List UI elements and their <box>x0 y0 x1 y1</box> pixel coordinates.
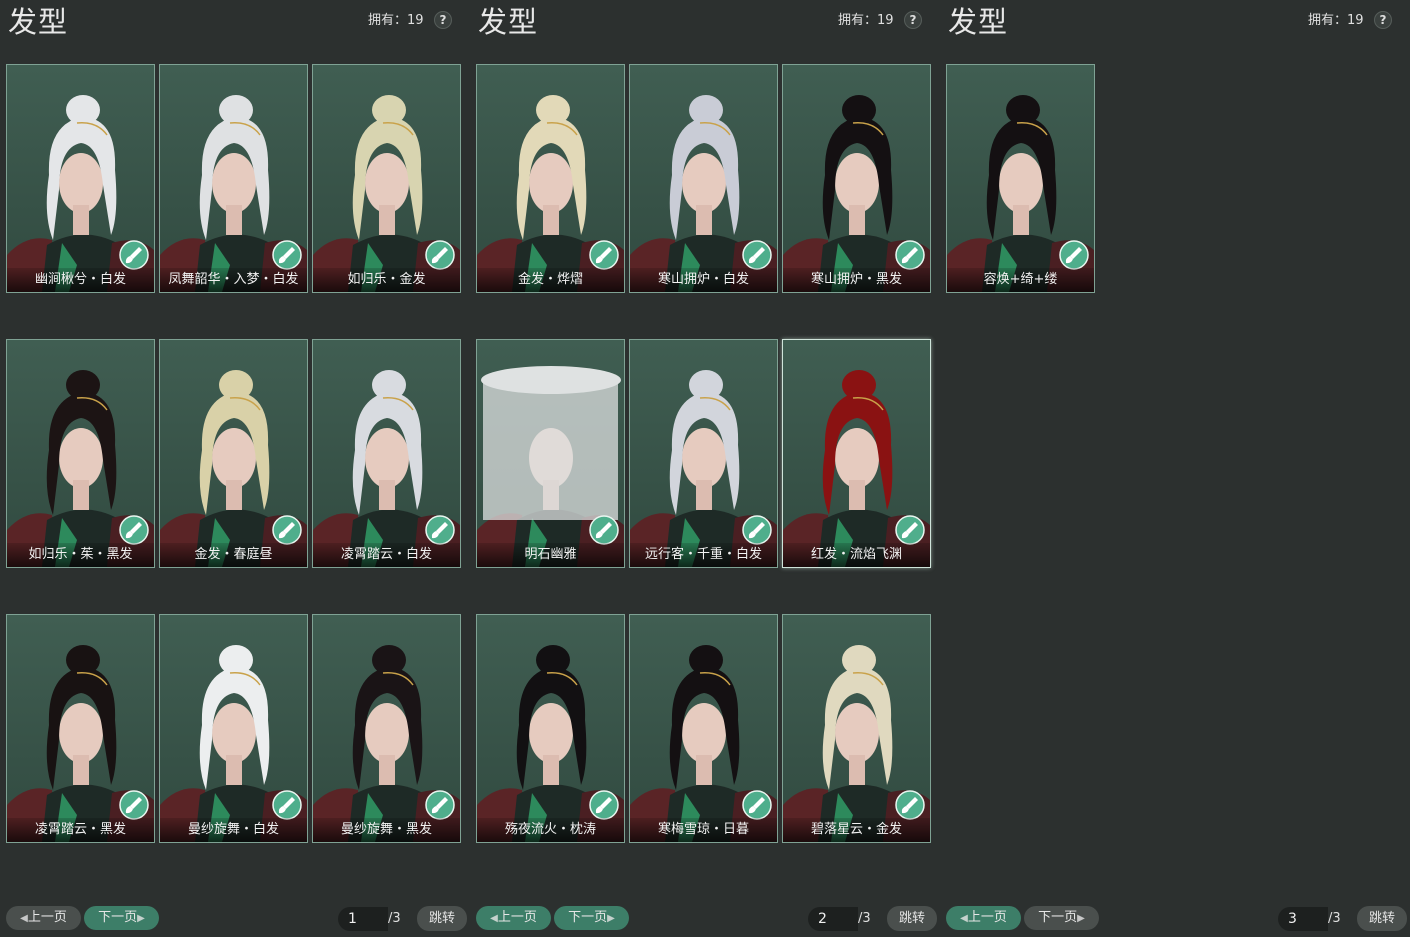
prev-page-label: 上一页 <box>27 910 67 925</box>
page-total: /3 <box>858 911 871 926</box>
hairstyle-card[interactable]: 金发・烨熠 <box>476 64 625 293</box>
hairstyle-name: 明石幽雅 <box>477 543 624 567</box>
hairstyle-name: 寒梅雪琼・日暮 <box>630 818 777 842</box>
chevron-left-icon: ◀ <box>960 913 968 924</box>
hairstyle-card[interactable]: 容焕+绮+缕 <box>946 64 1095 293</box>
brush-dye-icon[interactable] <box>119 515 149 545</box>
brush-dye-icon[interactable] <box>895 240 925 270</box>
page-number-input[interactable]: 2 <box>808 907 858 931</box>
next-page-button[interactable]: 下一页▶ <box>1024 906 1099 930</box>
hairstyle-card[interactable]: 寒梅雪琼・日暮 <box>629 614 778 843</box>
hairstyle-card[interactable]: 寒山拥炉・白发 <box>629 64 778 293</box>
jump-button[interactable]: 跳转 <box>1357 906 1407 931</box>
page-number-input[interactable]: 3 <box>1278 907 1328 931</box>
next-page-label: 下一页 <box>1038 910 1078 925</box>
hairstyle-name: 寒山拥炉・白发 <box>630 268 777 292</box>
prev-page-label: 上一页 <box>967 910 1007 925</box>
hairstyle-name: 容焕+绮+缕 <box>947 268 1094 292</box>
hairstyle-card[interactable]: 金发・春庭昼 <box>159 339 308 568</box>
hairstyle-name: 寒山拥炉・黑发 <box>783 268 930 292</box>
hairstyle-name: 殇夜流火・枕涛 <box>477 818 624 842</box>
brush-dye-icon[interactable] <box>425 515 455 545</box>
hairstyle-name: 红发・流焰飞渊 <box>783 543 930 567</box>
help-icon[interactable]: ? <box>904 11 922 29</box>
owned-count: 拥有：19 <box>1308 13 1364 28</box>
hairstyle-card-selected[interactable]: 红发・流焰飞渊 <box>782 339 931 568</box>
jump-button[interactable]: 跳转 <box>417 906 467 931</box>
hairstyle-card[interactable]: 碧落星云・金发 <box>782 614 931 843</box>
hairstyle-name: 凌霄踏云・黑发 <box>7 818 154 842</box>
hairstyle-card[interactable]: 幽涧楸兮・白发 <box>6 64 155 293</box>
brush-dye-icon[interactable] <box>119 790 149 820</box>
chevron-left-icon: ◀ <box>20 913 28 924</box>
brush-dye-icon[interactable] <box>895 515 925 545</box>
help-icon[interactable]: ? <box>434 11 452 29</box>
hairstyle-card[interactable]: 曼纱旋舞・白发 <box>159 614 308 843</box>
prev-page-button[interactable]: ◀上一页 <box>476 906 551 930</box>
chevron-right-icon: ▶ <box>137 913 145 924</box>
hairstyle-card[interactable]: 明石幽雅 <box>476 339 625 568</box>
brush-dye-icon[interactable] <box>895 790 925 820</box>
hairstyle-card[interactable]: 凌霄踏云・白发 <box>312 339 461 568</box>
hairstyle-card[interactable]: 远行客・千重・白发 <box>629 339 778 568</box>
chevron-right-icon: ▶ <box>1077 913 1085 924</box>
hairstyle-card[interactable]: 殇夜流火・枕涛 <box>476 614 625 843</box>
brush-dye-icon[interactable] <box>742 515 772 545</box>
hairstyle-name: 远行客・千重・白发 <box>630 543 777 567</box>
brush-dye-icon[interactable] <box>589 790 619 820</box>
hairstyle-card[interactable]: 如归乐・金发 <box>312 64 461 293</box>
hairstyle-card[interactable]: 如归乐・茱・黑发 <box>6 339 155 568</box>
hairstyle-name: 凤舞韶华・入梦・白发 <box>160 268 307 292</box>
next-page-button[interactable]: 下一页▶ <box>84 906 159 930</box>
jump-button[interactable]: 跳转 <box>887 906 937 931</box>
brush-dye-icon[interactable] <box>272 515 302 545</box>
brush-dye-icon[interactable] <box>119 240 149 270</box>
page-number-input[interactable]: 1 <box>338 907 388 931</box>
chevron-right-icon: ▶ <box>607 913 615 924</box>
hairstyle-name: 曼纱旋舞・黑发 <box>313 818 460 842</box>
hairstyle-card[interactable]: 曼纱旋舞・黑发 <box>312 614 461 843</box>
hairstyle-name: 如归乐・茱・黑发 <box>7 543 154 567</box>
hairstyle-panel-page-3: 发型 拥有：19 ? 容焕+绮+缕 ◀上一页 下一页▶ 3 /3 跳转 <box>940 0 1410 937</box>
brush-dye-icon[interactable] <box>589 240 619 270</box>
owned-count: 拥有：19 <box>368 13 424 28</box>
panel-title: 发型 <box>8 5 69 39</box>
brush-dye-icon[interactable] <box>589 515 619 545</box>
next-page-label: 下一页 <box>98 910 138 925</box>
prev-page-button[interactable]: ◀上一页 <box>6 906 81 930</box>
brush-dye-icon[interactable] <box>272 240 302 270</box>
hairstyle-panel-page-1: 发型 拥有：19 ? 幽涧楸兮・白发 凤舞韶华・入梦・白发 如归乐・金发 如归乐… <box>0 0 470 937</box>
owned-count: 拥有：19 <box>838 13 894 28</box>
page-total: /3 <box>1328 911 1341 926</box>
hairstyle-name: 凌霄踏云・白发 <box>313 543 460 567</box>
hairstyle-card[interactable]: 凌霄踏云・黑发 <box>6 614 155 843</box>
chevron-left-icon: ◀ <box>490 913 498 924</box>
next-page-label: 下一页 <box>568 910 608 925</box>
page-total: /3 <box>388 911 401 926</box>
brush-dye-icon[interactable] <box>742 790 772 820</box>
next-page-button[interactable]: 下一页▶ <box>554 906 629 930</box>
hairstyle-card[interactable]: 寒山拥炉・黑发 <box>782 64 931 293</box>
brush-dye-icon[interactable] <box>425 240 455 270</box>
hairstyle-name: 金发・春庭昼 <box>160 543 307 567</box>
hairstyle-name: 如归乐・金发 <box>313 268 460 292</box>
help-icon[interactable]: ? <box>1374 11 1392 29</box>
panel-title: 发型 <box>478 5 539 39</box>
hairstyle-name: 幽涧楸兮・白发 <box>7 268 154 292</box>
hairstyle-name: 金发・烨熠 <box>477 268 624 292</box>
prev-page-button[interactable]: ◀上一页 <box>946 906 1021 930</box>
hairstyle-name: 碧落星云・金发 <box>783 818 930 842</box>
panel-title: 发型 <box>948 5 1009 39</box>
hairstyle-panel-page-2: 发型 拥有：19 ? 金发・烨熠 寒山拥炉・白发 寒山拥炉・黑发 明石幽雅 远行… <box>470 0 940 937</box>
hairstyle-name: 曼纱旋舞・白发 <box>160 818 307 842</box>
brush-dye-icon[interactable] <box>742 240 772 270</box>
brush-dye-icon[interactable] <box>425 790 455 820</box>
brush-dye-icon[interactable] <box>1059 240 1089 270</box>
brush-dye-icon[interactable] <box>272 790 302 820</box>
prev-page-label: 上一页 <box>497 910 537 925</box>
hairstyle-card[interactable]: 凤舞韶华・入梦・白发 <box>159 64 308 293</box>
